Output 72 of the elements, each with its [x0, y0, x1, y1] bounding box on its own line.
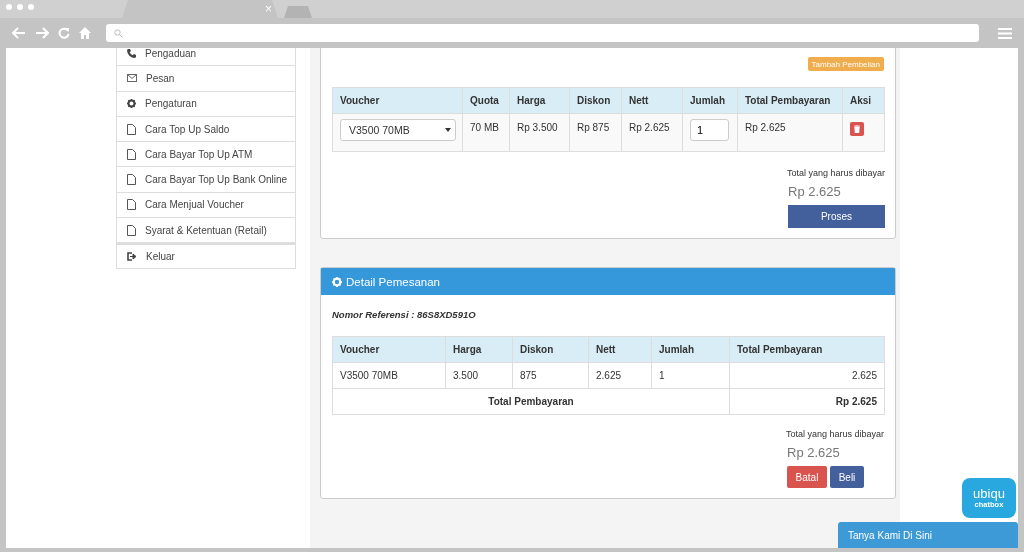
window-dot[interactable]: [6, 4, 12, 10]
reference-number: Nomor Referensi : 86S8XD591O: [332, 309, 477, 320]
sidebar-item[interactable]: Pengaduan: [116, 48, 296, 67]
sidebar-item[interactable]: Pengaturan: [116, 91, 296, 117]
column-header: Total Pembayaran: [729, 336, 885, 363]
window-dot[interactable]: [28, 4, 34, 10]
column-header: Total Pembayaran: [737, 87, 843, 114]
envelope-icon: [127, 74, 137, 83]
total-label: Total yang harus dibayar: [785, 429, 884, 439]
logo-text: ubiqu: [973, 487, 1005, 500]
column-header: Nett: [588, 336, 652, 363]
sidebar-item[interactable]: Syarat & Ketentuan (Retail): [116, 218, 296, 244]
column-header: Jumlah: [651, 336, 730, 363]
back-arrow-icon[interactable]: [12, 27, 26, 39]
sidebar-item[interactable]: Keluar: [116, 243, 296, 269]
table-cell: Total Pembayaran: [332, 388, 730, 415]
voucher-select[interactable]: V3500 70MB: [340, 119, 456, 141]
panel-title: Detail Pemesanan: [346, 275, 440, 288]
sidebar-item[interactable]: Pesan: [116, 66, 296, 92]
total-amount: Rp 2.625: [788, 184, 841, 199]
table-cell: V3500 70MB: [332, 362, 446, 389]
sidebar-item[interactable]: Cara Bayar Top Up ATM: [116, 142, 296, 168]
new-tab-button[interactable]: [284, 6, 312, 18]
column-header: Quota: [462, 87, 510, 114]
total-amount: Rp 2.625: [787, 445, 840, 460]
buy-button[interactable]: Beli: [830, 466, 864, 488]
column-header: Harga: [445, 336, 513, 363]
table-cell: 2.625: [588, 362, 652, 389]
file-icon: [127, 174, 136, 186]
phone-icon: [127, 48, 136, 58]
column-header: Harga: [509, 87, 570, 114]
file-icon: [127, 123, 136, 135]
table-cell: 1: [651, 362, 730, 389]
table-cell: 875: [512, 362, 589, 389]
window-dot[interactable]: [17, 4, 23, 10]
cancel-button[interactable]: Batal: [787, 466, 827, 488]
table-cell: 70 MB: [462, 113, 510, 152]
logout-icon: [127, 252, 137, 261]
address-bar[interactable]: [106, 24, 979, 42]
table-cell: Rp 2.625: [729, 388, 885, 415]
sidebar-item[interactable]: Cara Menjual Voucher: [116, 192, 296, 219]
search-icon: [114, 28, 123, 38]
quantity-field[interactable]: 1: [690, 119, 729, 141]
file-icon: [127, 199, 136, 211]
delete-button[interactable]: [850, 122, 864, 136]
file-icon: [127, 224, 136, 236]
menu-icon[interactable]: [998, 27, 1012, 39]
table-cell: 3.500: [445, 362, 513, 389]
sidebar-item[interactable]: Cara Top Up Saldo: [116, 116, 296, 143]
file-icon: [127, 148, 136, 160]
home-icon[interactable]: [79, 27, 91, 39]
total-label: Total yang harus dibayar: [786, 168, 885, 178]
reload-icon[interactable]: [58, 27, 70, 39]
gear-icon: [332, 276, 342, 287]
caret-icon: [445, 128, 451, 132]
column-header: Voucher: [332, 87, 463, 114]
column-header: Jumlah: [682, 87, 738, 114]
forward-arrow-icon[interactable]: [35, 27, 49, 39]
table-cell: Rp 875: [569, 113, 622, 152]
table-cell: Rp 2.625: [737, 113, 843, 152]
column-header: Diskon: [512, 336, 589, 363]
table-cell: 2.625: [729, 362, 885, 389]
table-cell: Rp 2.625: [621, 113, 683, 152]
column-header: Diskon: [569, 87, 622, 114]
process-button[interactable]: Proses: [788, 205, 885, 228]
gear-icon: [127, 99, 136, 109]
column-header: Aksi: [842, 87, 885, 114]
trash-icon: [854, 125, 860, 133]
sidebar-item[interactable]: Cara Bayar Top Up Bank Online: [116, 167, 296, 193]
column-header: Nett: [621, 87, 683, 114]
table-cell: Rp 3.500: [509, 113, 570, 152]
column-header: Voucher: [332, 336, 446, 363]
